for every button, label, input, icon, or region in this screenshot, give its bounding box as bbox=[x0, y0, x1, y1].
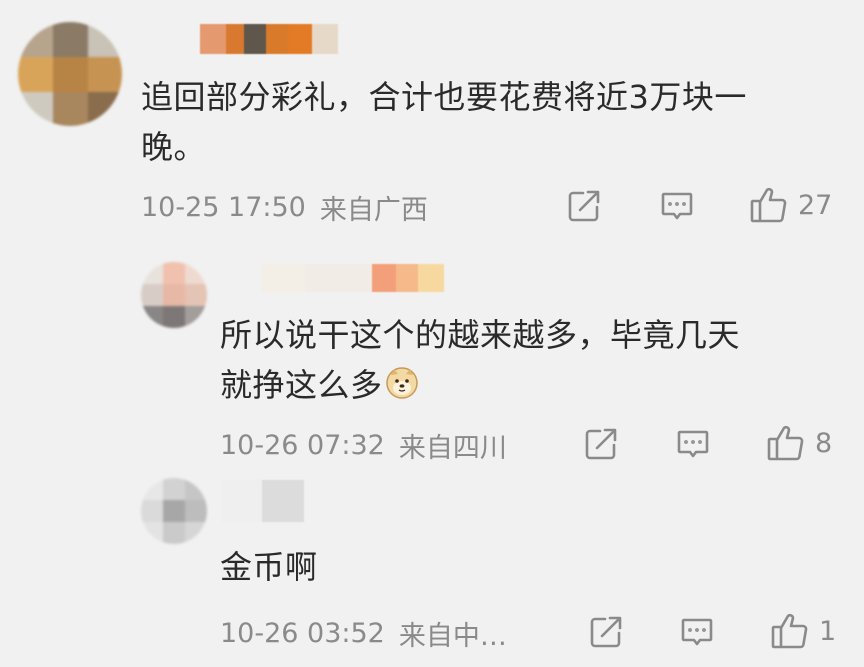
location-label: 来自中… bbox=[398, 620, 507, 652]
avatar[interactable] bbox=[141, 262, 207, 328]
username[interactable] bbox=[222, 480, 304, 522]
comment-icon bbox=[677, 430, 709, 458]
username[interactable] bbox=[262, 264, 444, 292]
comment-meta: 10-26 03:52 来自中… bbox=[220, 613, 507, 653]
comment-meta: 10-25 17:50 来自广西 bbox=[141, 187, 428, 227]
timestamp: 10-25 17:50 bbox=[141, 191, 306, 223]
reply-button[interactable] bbox=[659, 188, 695, 224]
share-button[interactable] bbox=[583, 426, 619, 462]
like-button[interactable]: 27 bbox=[748, 184, 832, 226]
comment-icon bbox=[681, 618, 713, 646]
like-icon bbox=[771, 613, 808, 649]
reply-button[interactable] bbox=[679, 614, 715, 650]
reply-button[interactable] bbox=[675, 426, 711, 462]
location-label: 来自广西 bbox=[319, 194, 428, 226]
like-count: 1 bbox=[819, 615, 837, 647]
like-count: 8 bbox=[815, 427, 833, 459]
username[interactable] bbox=[200, 24, 338, 54]
comment-text: 追回部分彩礼，合计也要花费将近3万块一 晚。 bbox=[141, 78, 747, 166]
like-count: 27 bbox=[798, 189, 833, 221]
like-icon bbox=[750, 187, 787, 223]
like-icon bbox=[767, 425, 804, 461]
share-button[interactable] bbox=[566, 188, 602, 224]
avatar[interactable] bbox=[18, 22, 122, 126]
doge-emoji bbox=[385, 367, 418, 399]
timestamp: 10-26 07:32 bbox=[220, 429, 385, 461]
comment-meta: 10-26 07:32 来自四川 bbox=[220, 425, 507, 465]
timestamp: 10-26 03:52 bbox=[220, 617, 385, 649]
share-icon bbox=[590, 616, 622, 648]
comment-item-3: 金币啊 10-26 03:52 来自中… 1 bbox=[0, 470, 864, 667]
like-button[interactable]: 8 bbox=[765, 422, 832, 464]
comment-text-line2: 就挣这么多 bbox=[220, 366, 383, 404]
share-icon bbox=[568, 190, 600, 222]
comment-text: 所以说干这个的越来越多，毕竟几天 就挣这么多 bbox=[220, 316, 741, 404]
comment-icon bbox=[661, 192, 693, 220]
comment-item-1: 追回部分彩礼，合计也要花费将近3万块一 晚。 10-25 17:50 来自广西 … bbox=[0, 0, 864, 240]
comment-item-2: 所以说干这个的越来越多，毕竟几天 就挣这么多 10-26 07:32 来自四川 bbox=[0, 240, 864, 480]
like-button[interactable]: 1 bbox=[769, 610, 836, 652]
share-button[interactable] bbox=[588, 614, 624, 650]
share-icon bbox=[585, 428, 617, 460]
comment-text: 金币啊 bbox=[220, 548, 318, 586]
location-label: 来自四川 bbox=[398, 432, 507, 464]
avatar[interactable] bbox=[141, 478, 207, 544]
